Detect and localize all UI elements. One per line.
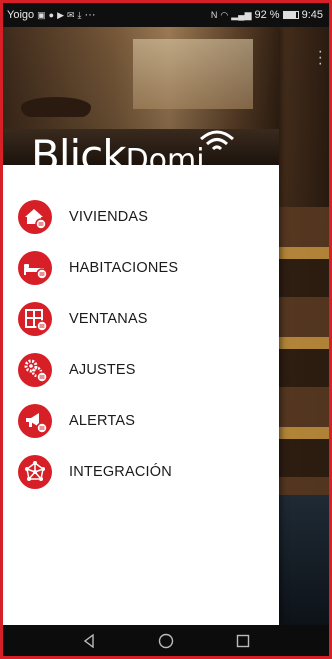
wifi-status-icon: ◠	[220, 9, 229, 20]
home-icon[interactable]	[154, 631, 178, 651]
navigation-drawer: Blick Domi VIVIENDAS HABITACIONES VENTAN…	[3, 27, 279, 625]
menu-item-habitaciones[interactable]: HABITACIONES	[3, 242, 279, 293]
house-icon	[18, 199, 52, 234]
bed-icon	[18, 250, 52, 285]
background-pool	[279, 495, 329, 625]
gear-icon	[18, 352, 52, 387]
photo-icon: ▣	[37, 9, 46, 20]
menu-item-viviendas[interactable]: VIVIENDAS	[3, 191, 279, 242]
system-nav-bar	[3, 625, 329, 656]
brand-secondary-text: Domi	[125, 143, 205, 166]
status-bar: Yoigo ▣ ● ▶ ✉ ⤓ ··· N ◠ ▂▄▆ 92 % 9:45	[3, 3, 329, 27]
brand-primary-text: Blick	[31, 131, 127, 166]
network-icon	[18, 454, 52, 489]
chat-icon: ●	[48, 10, 55, 20]
back-icon[interactable]	[77, 631, 101, 651]
drawer-header: Blick Domi	[3, 27, 279, 165]
drawer-menu: VIVIENDAS HABITACIONES VENTANAS AJUSTES	[3, 191, 279, 497]
menu-item-alertas[interactable]: ALERTAS	[3, 395, 279, 446]
app-frame: Yoigo ▣ ● ▶ ✉ ⤓ ··· N ◠ ▂▄▆ 92 % 9:45 · ·…	[0, 0, 332, 659]
clock: 9:45	[301, 9, 323, 21]
recents-icon[interactable]	[231, 631, 255, 651]
nfc-icon: N	[210, 10, 218, 20]
header-photo-window	[133, 39, 253, 109]
carrier-label: Yoigo	[7, 9, 35, 21]
battery-level	[283, 12, 297, 18]
battery-percent: 92 %	[254, 9, 280, 21]
menu-label: INTEGRACIÓN	[69, 463, 172, 480]
menu-label: VIVIENDAS	[69, 208, 149, 225]
menu-label: HABITACIONES	[69, 259, 179, 276]
megaphone-icon	[18, 403, 52, 438]
menu-label: AJUSTES	[69, 361, 136, 378]
mail-icon: ✉	[67, 9, 75, 20]
menu-label: VENTANAS	[69, 310, 148, 327]
signal-icon: ▂▄▆	[231, 9, 252, 20]
brand-logo: Blick Domi	[31, 131, 205, 166]
window-icon	[18, 301, 52, 336]
menu-item-ventanas[interactable]: VENTANAS	[3, 293, 279, 344]
header-photo-chair	[21, 97, 91, 117]
menu-label: ALERTAS	[69, 412, 136, 429]
battery-icon	[282, 11, 299, 19]
download-icon: ⤓	[77, 9, 82, 20]
more-notifications: ···	[84, 9, 96, 21]
play-store-icon: ▶	[57, 9, 64, 20]
overflow-menu-icon[interactable]: · · ·	[318, 44, 323, 72]
menu-item-ajustes[interactable]: AJUSTES	[3, 344, 279, 395]
menu-item-integracion[interactable]: INTEGRACIÓN	[3, 446, 279, 497]
